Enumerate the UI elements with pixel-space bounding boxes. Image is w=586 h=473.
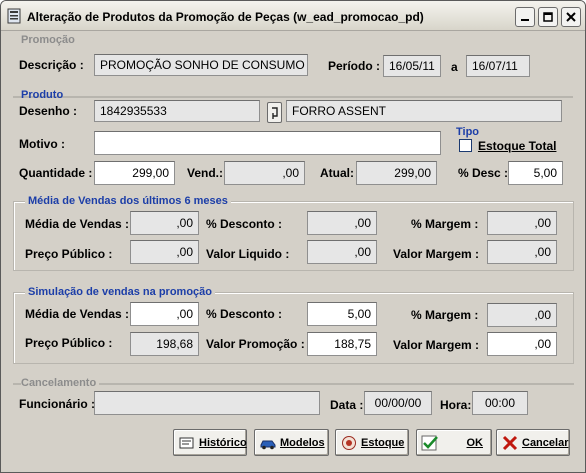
- produto-group-label: Produto: [21, 89, 64, 101]
- vend-field[interactable]: ,00: [224, 161, 305, 185]
- sim-valor-margem-label: Valor Margem :: [393, 338, 480, 352]
- data-field[interactable]: 00/00/00: [364, 391, 432, 415]
- close-icon: [566, 12, 576, 22]
- cancelar-button[interactable]: Cancelar: [496, 429, 570, 456]
- product-lookup-button[interactable]: [267, 102, 282, 123]
- historico-button-label: Histórico: [199, 436, 247, 449]
- funcionario-label: Funcionário :: [19, 397, 95, 411]
- media-valor-margem-label: Valor Margem :: [393, 247, 480, 261]
- sim-margem-field[interactable]: ,00: [487, 303, 557, 327]
- quantidade-label: Quantidade :: [19, 166, 93, 180]
- data-label: Data :: [330, 398, 364, 412]
- estoque-button[interactable]: Estoque: [335, 429, 409, 456]
- history-icon: [179, 437, 194, 448]
- media-margem-label: % Margem :: [411, 217, 479, 231]
- tipo-label: Tipo: [456, 126, 480, 138]
- sim-media-vendas-input[interactable]: ,00: [130, 302, 199, 326]
- atual-label: Atual:: [320, 166, 354, 180]
- descricao-label: Descrição :: [19, 58, 84, 72]
- motivo-label: Motivo :: [19, 137, 65, 151]
- media-valor-margem-field[interactable]: ,00: [487, 240, 557, 264]
- motivo-input[interactable]: [94, 131, 441, 155]
- sim-valor-promocao-label: Valor Promoção :: [206, 337, 305, 351]
- car-icon: [260, 440, 276, 449]
- media-desconto-label: % Desconto :: [206, 217, 283, 231]
- maximize-icon: [543, 12, 553, 22]
- minimize-icon: [521, 19, 529, 21]
- desc-label: % Desc :: [458, 166, 509, 180]
- periodo-label: Período :: [328, 59, 381, 73]
- simulacao-group-label: Simulação de vendas na promoção: [25, 286, 216, 299]
- media-vendas-label: Média de Vendas :: [25, 217, 130, 231]
- media-valor-liquido-label: Valor Liquido :: [206, 247, 290, 261]
- close-window-button[interactable]: [561, 7, 581, 27]
- checkmark-icon: [421, 435, 438, 450]
- sim-preco-label: Preço Público :: [25, 336, 113, 350]
- sim-desconto-label: % Desconto :: [206, 307, 283, 321]
- vend-label: Vend.:: [187, 166, 224, 180]
- periodo-end-field[interactable]: 16/07/11: [466, 55, 530, 77]
- desc-input[interactable]: 5,00: [508, 161, 563, 185]
- modelos-button-label: Modelos: [280, 436, 325, 449]
- minimize-button[interactable]: [515, 7, 535, 27]
- sim-preco-field[interactable]: 198,68: [130, 332, 199, 356]
- maximize-button[interactable]: [538, 7, 558, 27]
- desenho-label: Desenho :: [19, 104, 78, 118]
- cancelamento-group-label: Cancelamento: [21, 377, 100, 390]
- cancel-x-icon: [502, 435, 518, 450]
- dialog-window: Alteração de Produtos da Promoção de Peç…: [0, 0, 586, 473]
- produto-section: [13, 96, 573, 98]
- promocao-group-label: Promoção: [21, 34, 75, 46]
- media-group-label: Média de Vendas dos últimos 6 meses: [25, 195, 231, 208]
- funcionario-field[interactable]: [94, 391, 320, 415]
- estoque-button-label: Estoque: [361, 436, 405, 449]
- periodo-start-field[interactable]: 16/05/11: [383, 55, 441, 77]
- descricao-field[interactable]: PROMOÇÃO SONHO DE CONSUMO: [94, 54, 308, 76]
- estoque-total-checkbox[interactable]: [459, 139, 472, 152]
- sim-valor-margem-input[interactable]: ,00: [487, 332, 557, 356]
- app-icon: [7, 8, 21, 24]
- cancelar-button-label: Cancelar: [522, 436, 569, 449]
- media-preco-label: Preço Público :: [25, 247, 113, 261]
- produto-nome-field[interactable]: FORRO ASSENT: [286, 100, 562, 122]
- lookup-icon: [272, 107, 278, 119]
- stock-icon: [342, 435, 356, 450]
- media-valor-liquido-field[interactable]: ,00: [307, 240, 377, 264]
- sim-margem-label: % Margem :: [411, 308, 479, 322]
- window-title: Alteração de Produtos da Promoção de Peç…: [27, 10, 424, 24]
- sim-media-vendas-label: Média de Vendas :: [25, 307, 130, 321]
- sim-desconto-input[interactable]: 5,00: [307, 302, 377, 326]
- periodo-separator: a: [451, 60, 458, 74]
- media-preco-field[interactable]: ,00: [130, 240, 199, 264]
- historico-button[interactable]: Histórico: [173, 429, 247, 456]
- modelos-button[interactable]: Modelos: [254, 429, 329, 456]
- hora-label: Hora:: [440, 398, 472, 412]
- desenho-field[interactable]: 1842935533: [94, 100, 260, 122]
- quantidade-input[interactable]: 299,00: [94, 161, 175, 185]
- media-desconto-field[interactable]: ,00: [307, 211, 377, 235]
- title-bar[interactable]: Alteração de Produtos da Promoção de Peç…: [1, 1, 585, 31]
- estoque-total-label[interactable]: Estoque Total: [478, 139, 556, 153]
- atual-field[interactable]: 299,00: [356, 161, 437, 185]
- ok-button-label: OK: [466, 436, 484, 449]
- media-vendas-field[interactable]: ,00: [130, 211, 199, 235]
- sim-valor-promocao-input[interactable]: 188,75: [307, 332, 377, 356]
- ok-button[interactable]: OK: [416, 429, 492, 456]
- media-margem-field[interactable]: ,00: [487, 211, 557, 235]
- hora-field[interactable]: 00:00: [472, 391, 528, 415]
